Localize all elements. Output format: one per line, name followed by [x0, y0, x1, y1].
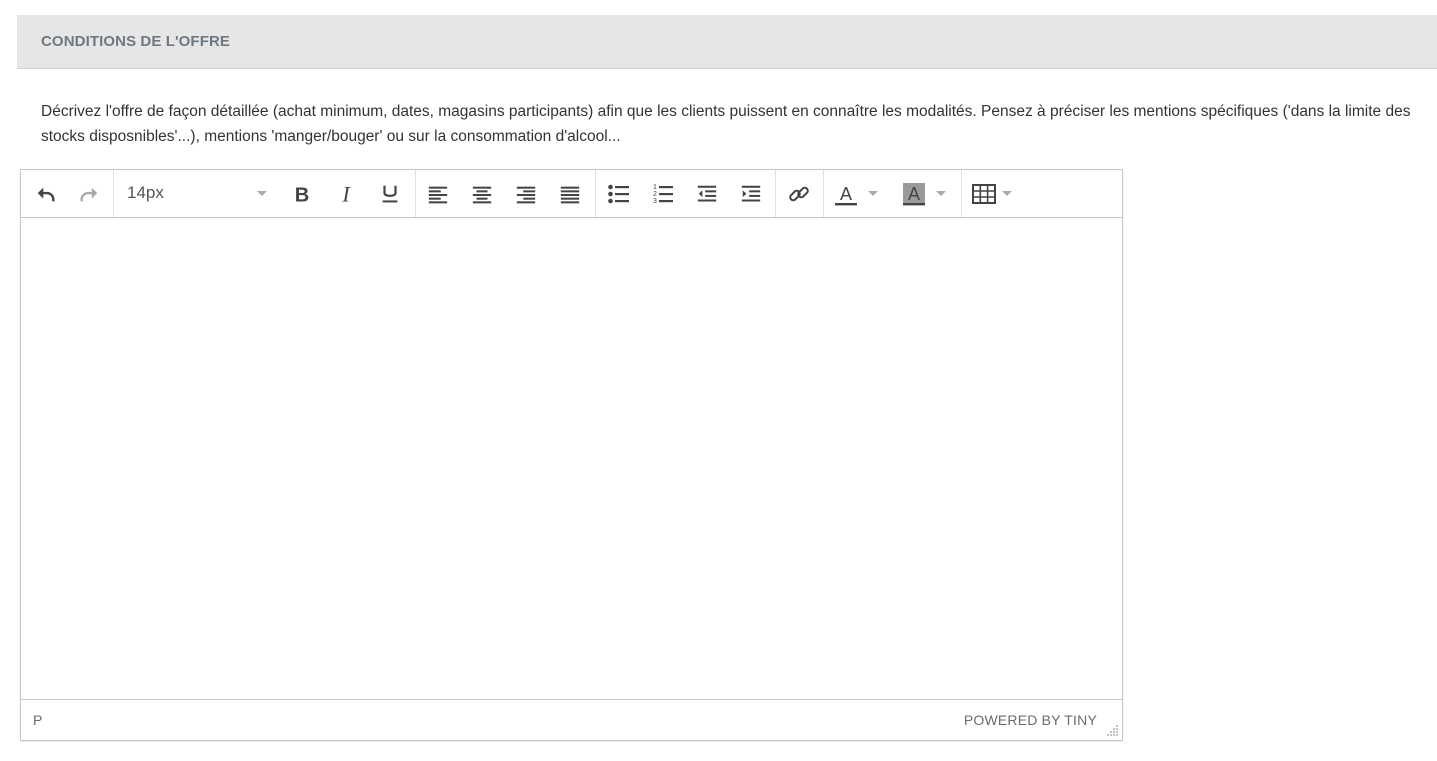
editor-content-area[interactable]	[21, 218, 1122, 700]
align-left-button[interactable]	[423, 179, 453, 209]
align-right-icon	[516, 186, 536, 204]
text-color-dropdown[interactable]	[866, 179, 880, 209]
history-group	[21, 170, 114, 217]
numbered-list-icon: 1 2 3	[653, 184, 673, 205]
link-button[interactable]	[784, 179, 814, 209]
table-icon	[972, 184, 996, 204]
bold-button[interactable]: B	[287, 179, 317, 209]
align-left-icon	[428, 186, 448, 204]
editor-toolbar: 14px B I 1 2 3 A A	[21, 170, 1122, 218]
outdent-button[interactable]	[692, 179, 722, 209]
chevron-down-icon	[257, 191, 267, 196]
bullet-list-button[interactable]	[604, 179, 634, 209]
outdent-icon	[697, 185, 717, 202]
underline-button[interactable]	[375, 179, 405, 209]
underline-icon	[382, 185, 398, 203]
section-title: CONDITIONS DE L'OFFRE	[41, 33, 230, 50]
format-group: B I	[284, 170, 416, 217]
editor-statusbar: P POWERED BY TINY	[21, 699, 1122, 740]
bullet-list-icon	[608, 184, 629, 204]
table-button[interactable]	[972, 179, 1016, 209]
chevron-down-icon	[936, 191, 946, 196]
undo-icon	[37, 187, 55, 202]
indent-button[interactable]	[736, 179, 766, 209]
color-group: A A	[824, 170, 962, 217]
align-justify-icon	[560, 186, 580, 204]
chevron-down-icon	[868, 191, 878, 196]
align-center-button[interactable]	[467, 179, 497, 209]
element-path[interactable]: P	[33, 712, 42, 728]
italic-icon: I	[341, 183, 351, 205]
background-color-dropdown[interactable]	[934, 179, 948, 209]
background-color-icon: A	[903, 183, 925, 206]
redo-icon	[80, 187, 98, 202]
background-color-button[interactable]: A	[899, 179, 929, 209]
chevron-down-icon	[1002, 191, 1012, 196]
undo-button[interactable]	[31, 179, 61, 209]
text-color-button[interactable]: A	[831, 179, 861, 209]
svg-text:A: A	[840, 184, 852, 204]
link-group	[776, 170, 824, 217]
font-size-select[interactable]: 14px	[114, 170, 284, 217]
svg-text:2: 2	[653, 191, 657, 198]
font-size-value: 14px	[127, 183, 164, 202]
svg-text:3: 3	[653, 198, 657, 205]
svg-text:I: I	[341, 183, 351, 205]
svg-text:A: A	[908, 184, 920, 204]
text-color-icon: A	[835, 184, 857, 206]
rich-text-editor: 14px B I 1 2 3 A A P POWERED BY TINY	[20, 169, 1123, 741]
italic-button[interactable]: I	[331, 179, 361, 209]
svg-text:1: 1	[653, 184, 657, 191]
indent-icon	[741, 185, 761, 202]
resize-handle-icon[interactable]	[1107, 725, 1119, 737]
bold-icon: B	[295, 184, 310, 205]
powered-by-tiny-link[interactable]: POWERED BY TINY	[964, 712, 1097, 728]
align-justify-button[interactable]	[555, 179, 585, 209]
align-right-button[interactable]	[511, 179, 541, 209]
svg-text:B: B	[295, 184, 310, 205]
align-center-icon	[472, 186, 492, 204]
redo-button[interactable]	[74, 179, 104, 209]
offer-description-help: Décrivez l'offre de façon détaillée (ach…	[41, 103, 1411, 145]
numbered-list-button[interactable]: 1 2 3	[648, 179, 678, 209]
table-group	[962, 170, 1022, 217]
section-header: CONDITIONS DE L'OFFRE	[17, 15, 1437, 69]
list-group: 1 2 3	[596, 170, 776, 217]
font-size-group: 14px	[114, 170, 284, 217]
alignment-group	[416, 170, 596, 217]
link-icon	[789, 186, 809, 202]
